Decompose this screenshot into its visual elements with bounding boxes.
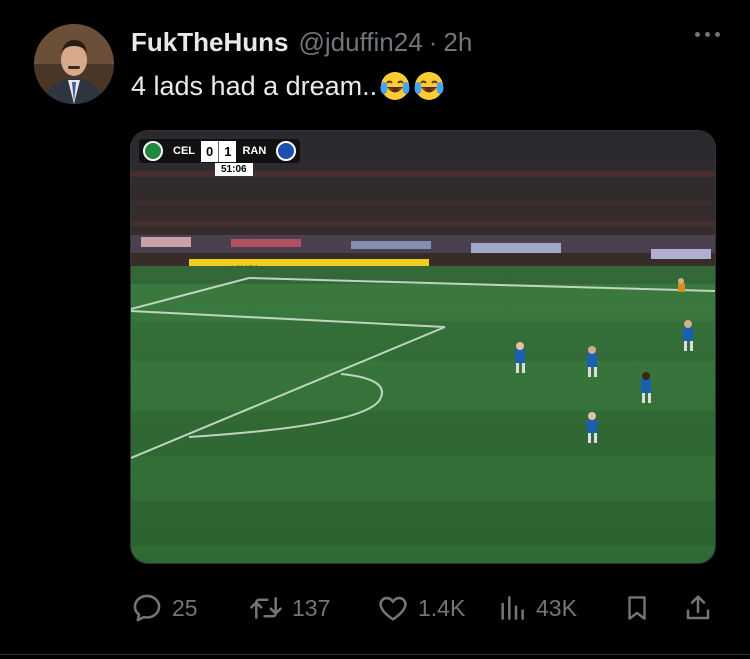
bookmark-button[interactable]: [622, 591, 652, 625]
home-team: CEL: [173, 145, 195, 157]
tweet-header: FukTheHuns @jduffin24 · 2h: [131, 26, 720, 58]
action-bar: 25 137 1.4K 43K: [130, 588, 718, 628]
views-button[interactable]: 43K: [496, 591, 577, 625]
home-score: 0: [201, 140, 219, 162]
reply-icon: [133, 594, 161, 622]
separator-dot: ·: [428, 26, 438, 57]
divider: [0, 654, 750, 655]
retweet-icon: [250, 597, 282, 619]
profile-photo-icon: [34, 24, 114, 104]
heart-icon: [379, 596, 407, 621]
rangers-crest-icon: [276, 141, 297, 161]
away-team: RAN: [242, 145, 267, 157]
reply-count: 25: [172, 594, 198, 621]
laughing-crying-emoji-icon: [380, 72, 410, 100]
display-name[interactable]: FukTheHuns: [131, 27, 288, 58]
tweet[interactable]: FukTheHuns @jduffin24 · 2h 4 lads had a …: [0, 0, 750, 659]
like-count: 1.4K: [418, 594, 466, 621]
laughing-crying-emoji-icon: [414, 72, 444, 100]
media-video[interactable]: LALIGA: [130, 130, 716, 564]
more-options-icon[interactable]: [695, 32, 720, 37]
football-match-frame: LALIGA: [131, 131, 715, 563]
tweet-body: 4 lads had a dream..: [131, 70, 378, 101]
bookmark-icon: [628, 596, 646, 620]
scorebug: CEL 0 1 RAN: [139, 139, 301, 163]
share-icon: [686, 595, 710, 620]
retweet-button[interactable]: 137: [248, 591, 330, 625]
away-score: 1: [218, 140, 237, 162]
match-clock: 51:06: [215, 163, 253, 176]
tweet-text: 4 lads had a dream..: [131, 70, 445, 102]
analytics-icon: [501, 596, 524, 620]
avatar[interactable]: [34, 24, 114, 104]
celtic-crest-icon: [143, 141, 163, 161]
timestamp[interactable]: 2h: [443, 27, 472, 58]
retweet-count: 137: [292, 594, 331, 621]
reply-button[interactable]: 25: [130, 591, 198, 625]
views-count: 43K: [536, 594, 577, 621]
user-handle[interactable]: @jduffin24: [298, 27, 422, 58]
like-button[interactable]: 1.4K: [376, 591, 465, 625]
share-button[interactable]: [682, 591, 714, 625]
